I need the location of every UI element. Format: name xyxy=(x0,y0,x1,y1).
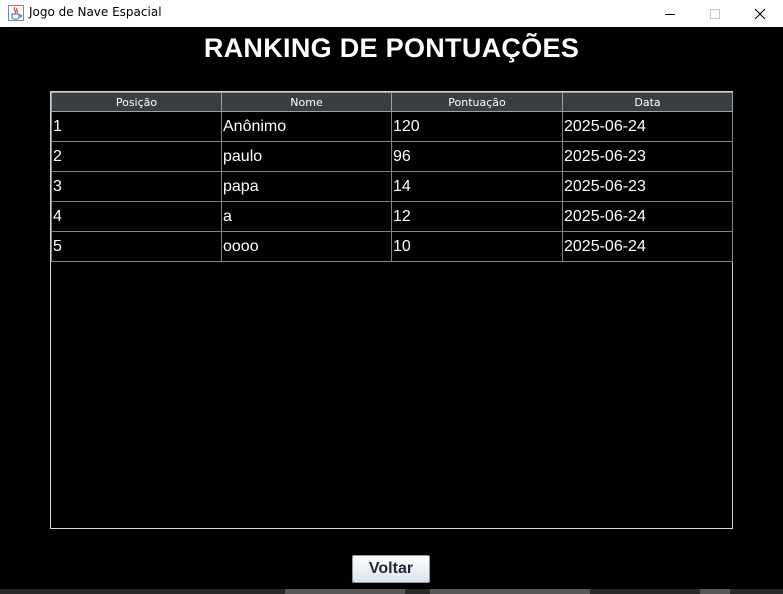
close-button[interactable] xyxy=(740,0,780,27)
cell-pontuacao[interactable]: 10 xyxy=(391,231,563,262)
cell-nome[interactable]: papa xyxy=(221,171,392,202)
cell-data[interactable]: 2025-06-24 xyxy=(562,111,733,142)
window-titlebar[interactable]: Jogo de Nave Espacial xyxy=(0,0,783,27)
ranking-panel: RANKING DE PONTUAÇÕES Posição Nome Pontu… xyxy=(0,27,783,594)
cell-posicao[interactable]: 4 xyxy=(51,201,222,232)
column-header-posicao[interactable]: Posição xyxy=(51,92,222,112)
table-row[interactable]: 2 paulo 96 2025-06-23 xyxy=(51,141,733,172)
cell-nome[interactable]: oooo xyxy=(221,231,392,262)
taskbar-segment xyxy=(430,589,590,594)
taskbar-edge xyxy=(0,589,783,594)
cell-pontuacao[interactable]: 12 xyxy=(391,201,563,232)
close-icon xyxy=(754,8,766,19)
maximize-icon xyxy=(710,8,720,19)
java-cup-icon xyxy=(8,5,24,21)
cell-nome[interactable]: Anônimo xyxy=(221,111,392,142)
cell-pontuacao[interactable]: 120 xyxy=(391,111,563,142)
cell-data[interactable]: 2025-06-24 xyxy=(562,231,733,262)
window-title: Jogo de Nave Espacial xyxy=(29,5,162,19)
cell-posicao[interactable]: 1 xyxy=(51,111,222,142)
table-row[interactable]: 5 oooo 10 2025-06-24 xyxy=(51,231,733,262)
cell-posicao[interactable]: 3 xyxy=(51,171,222,202)
cell-pontuacao[interactable]: 14 xyxy=(391,171,563,202)
cell-nome[interactable]: a xyxy=(221,201,392,232)
maximize-button[interactable] xyxy=(695,0,735,27)
page-title: RANKING DE PONTUAÇÕES xyxy=(203,33,580,63)
cell-data[interactable]: 2025-06-23 xyxy=(562,141,733,172)
cell-posicao[interactable]: 2 xyxy=(51,141,222,172)
minimize-icon xyxy=(665,13,675,15)
taskbar-segment xyxy=(700,589,730,594)
column-header-nome[interactable]: Nome xyxy=(221,92,392,112)
cell-nome[interactable]: paulo xyxy=(221,141,392,172)
minimize-button[interactable] xyxy=(650,0,690,27)
column-header-pontuacao[interactable]: Pontuação xyxy=(391,92,563,112)
ranking-table-scrollpane[interactable]: Posição Nome Pontuação Data 1 Anônimo 12… xyxy=(50,91,733,529)
cell-posicao[interactable]: 5 xyxy=(51,231,222,262)
cell-data[interactable]: 2025-06-24 xyxy=(562,201,733,232)
table-row[interactable]: 3 papa 14 2025-06-23 xyxy=(51,171,733,202)
taskbar-segment xyxy=(285,589,405,594)
table-header-row: Posição Nome Pontuação Data xyxy=(51,92,733,112)
column-header-data[interactable]: Data xyxy=(562,92,733,112)
ranking-table[interactable]: Posição Nome Pontuação Data 1 Anônimo 12… xyxy=(51,92,733,262)
table-row[interactable]: 1 Anônimo 120 2025-06-24 xyxy=(51,111,733,142)
back-button[interactable]: Voltar xyxy=(352,555,430,583)
table-row[interactable]: 4 a 12 2025-06-24 xyxy=(51,201,733,232)
cell-pontuacao[interactable]: 96 xyxy=(391,141,563,172)
cell-data[interactable]: 2025-06-23 xyxy=(562,171,733,202)
